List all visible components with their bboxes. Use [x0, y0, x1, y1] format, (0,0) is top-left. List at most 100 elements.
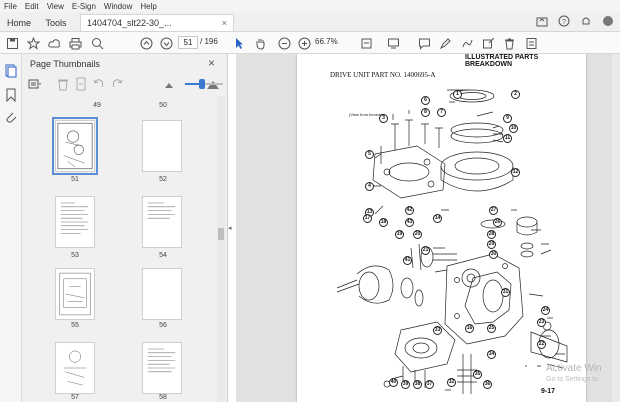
scroll-mode-icon[interactable]: [385, 35, 401, 51]
thumbnail-page-51[interactable]: [52, 117, 98, 175]
menu-edit[interactable]: Edit: [25, 2, 39, 11]
insert-page-icon[interactable]: [74, 77, 88, 91]
page-number-input[interactable]: 51: [178, 36, 198, 49]
thumbnail-page-53[interactable]: [55, 196, 95, 248]
zoom-level-dropdown[interactable]: 66.7%: [315, 37, 338, 46]
save-icon[interactable]: [4, 35, 20, 51]
tab-close-icon[interactable]: ×: [222, 18, 227, 28]
thumbnail-page-52[interactable]: [142, 120, 182, 172]
activation-watermark: Activate Win: [546, 363, 602, 374]
menu-file[interactable]: File: [4, 2, 17, 11]
thumbnail-page-55[interactable]: [55, 268, 95, 320]
options-menu-icon[interactable]: [28, 77, 42, 91]
callout-38: 38: [413, 380, 422, 389]
callout-33: 33: [433, 326, 442, 335]
callout-26: 26: [493, 218, 502, 227]
callout-29: 29: [487, 240, 496, 249]
left-navigation-rail: [0, 54, 22, 402]
thumbnail-label: 58: [159, 394, 167, 401]
comment-icon[interactable]: [416, 35, 432, 51]
callout-4: 4: [365, 182, 374, 191]
menu-esign[interactable]: E-Sign: [72, 2, 96, 11]
menu-help[interactable]: Help: [140, 2, 156, 11]
page-thumbnails-icon[interactable]: [4, 64, 18, 78]
extract-pages-icon[interactable]: [523, 35, 539, 51]
attachments-icon[interactable]: [4, 110, 18, 124]
callout-20: 20: [413, 230, 422, 239]
callout-27: 27: [489, 206, 498, 215]
thumbnail-page-57[interactable]: [55, 342, 95, 394]
document-scrollbar[interactable]: [612, 54, 620, 402]
panel-close-icon[interactable]: ×: [208, 56, 215, 70]
callout-3: 3: [379, 114, 388, 123]
menu-bar: File Edit View E-Sign Window Help: [0, 0, 620, 12]
thumbnail-label: 54: [159, 252, 167, 259]
callout-1: 1: [453, 90, 462, 99]
tab-home[interactable]: Home: [4, 14, 34, 31]
callout-42: 42: [405, 206, 414, 215]
page-down-icon[interactable]: [158, 35, 174, 51]
bookmark-star-icon[interactable]: [25, 35, 41, 51]
menu-view[interactable]: View: [47, 2, 64, 11]
delete-icon[interactable]: [501, 35, 517, 51]
callout-36: 36: [483, 380, 492, 389]
page-up-icon[interactable]: [138, 35, 154, 51]
upload-cloud-icon[interactable]: [46, 35, 62, 51]
thumbnail-size-slider-knob[interactable]: [199, 79, 205, 89]
callout-2: 2: [511, 90, 520, 99]
help-icon[interactable]: ?: [558, 15, 570, 27]
activation-watermark-hint: Go to Settings to: [546, 376, 599, 383]
draw-icon[interactable]: [459, 35, 475, 51]
thumbnail-label: 55: [71, 322, 79, 329]
account-icon[interactable]: [602, 15, 614, 27]
thumbnail-label: 56: [159, 322, 167, 329]
callout-12: 12: [511, 168, 520, 177]
callout-35: 35: [473, 370, 482, 379]
tab-document[interactable]: 1404704_slt22-30_... ×: [80, 14, 234, 31]
callout-32: 32: [447, 378, 456, 387]
callout-8: 8: [421, 108, 430, 117]
select-cursor-icon[interactable]: [231, 35, 247, 51]
thumbnail-page-58[interactable]: [142, 342, 182, 394]
callout-34: 34: [487, 350, 496, 359]
tab-tools[interactable]: Tools: [40, 14, 72, 31]
delete-page-icon[interactable]: [56, 77, 70, 91]
callout-18: 18: [379, 218, 388, 227]
thumbnail-small-icon[interactable]: [162, 77, 176, 91]
callout-9: 9: [503, 114, 512, 123]
edit-text-icon[interactable]: [480, 35, 496, 51]
notifications-icon[interactable]: [580, 15, 592, 27]
exploded-parts-drawing: [336, 89, 568, 394]
scrollbar-thumb[interactable]: [218, 228, 224, 240]
callout-23: 23: [537, 318, 546, 327]
bookmarks-icon[interactable]: [4, 88, 18, 103]
fit-page-icon[interactable]: [358, 35, 374, 51]
page-thumbnails-panel: Page Thumbnails × 49 50 51 52 53 54 55 5…: [22, 54, 228, 402]
thumbnail-scrollbar[interactable]: [217, 96, 225, 402]
menu-window[interactable]: Window: [104, 2, 132, 11]
document-view[interactable]: ILLUSTRATED PARTS BREAKDOWN DRIVE UNIT P…: [236, 54, 620, 402]
thumbnail-page-56[interactable]: [142, 268, 182, 320]
print-icon[interactable]: [67, 35, 83, 51]
callout-40: 40: [389, 378, 398, 387]
callout-19: 19: [395, 230, 404, 239]
thumbnail-label: 53: [71, 252, 79, 259]
hand-tool-icon[interactable]: [252, 35, 268, 51]
thumbnail-label: 50: [159, 102, 167, 109]
callout-14: 14: [433, 214, 442, 223]
zoom-out-icon[interactable]: [276, 35, 292, 51]
thumbnail-page-54[interactable]: [142, 196, 182, 248]
zoom-in-icon[interactable]: [296, 35, 312, 51]
callout-16: 16: [465, 324, 474, 333]
callout-28: 28: [487, 230, 496, 239]
search-icon[interactable]: [89, 35, 105, 51]
callout-5: 5: [365, 150, 374, 159]
callout-7: 7: [437, 108, 446, 117]
panel-title: Page Thumbnails: [30, 59, 100, 69]
main-toolbar: 51 / 196 66.7%: [0, 32, 620, 54]
highlight-pen-icon[interactable]: [437, 35, 453, 51]
share-icon[interactable]: [536, 15, 548, 27]
rotate-right-icon[interactable]: [110, 77, 124, 91]
rotate-left-icon[interactable]: [92, 77, 106, 91]
collapse-panel-icon[interactable]: ◂: [228, 224, 235, 234]
